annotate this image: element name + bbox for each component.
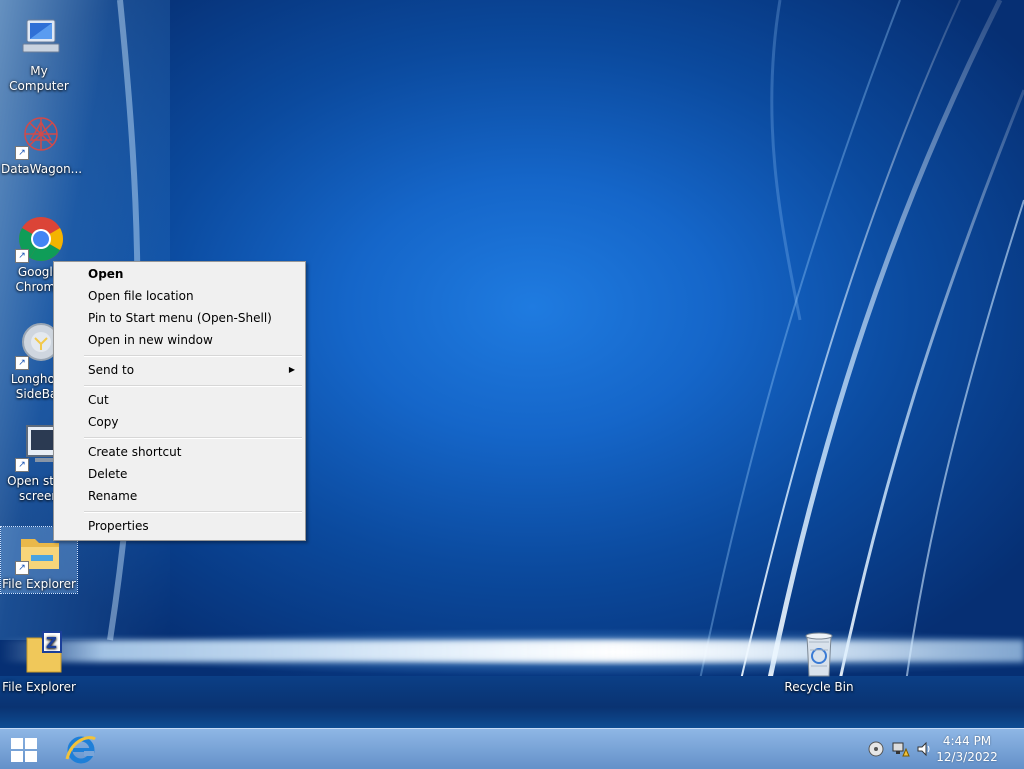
datawagon-icon: ↗ (15, 112, 63, 160)
menu-item-open[interactable]: Open (54, 263, 305, 285)
taskbar: 4:44 PM 12/3/2022 (0, 728, 1024, 769)
shortcut-arrow-icon: ↗ (15, 356, 29, 370)
taskbar-clock[interactable]: 4:44 PM 12/3/2022 (932, 733, 1002, 765)
menu-separator (84, 437, 302, 439)
windows-logo-icon (11, 738, 37, 762)
computer-icon (15, 14, 63, 62)
wallpaper-glow-line (0, 640, 1024, 662)
submenu-arrow-icon: ▶ (288, 365, 295, 374)
menu-separator (84, 385, 302, 387)
menu-item-open-file-location[interactable]: Open file location (54, 285, 305, 307)
shortcut-arrow-icon: ↗ (15, 458, 29, 472)
desktop-icon-recycle-bin[interactable]: Recycle Bin (781, 630, 857, 695)
desktop-icon-label: File Explorer (2, 680, 76, 694)
desktop-icon-my-computer[interactable]: My Computer (1, 14, 77, 94)
recycle-bin-icon (795, 630, 843, 678)
svg-text:Z: Z (46, 634, 57, 652)
start-button[interactable] (10, 737, 38, 763)
context-menu: Open Open file location Pin to Start men… (53, 261, 306, 541)
menu-item-send-to[interactable]: Send to ▶ (54, 359, 305, 381)
shortcut-arrow-icon: ↗ (15, 561, 29, 575)
desktop-icon-file-explorer[interactable]: Z File Explorer (1, 630, 77, 695)
desktop-icon-label: My Computer (9, 64, 69, 93)
menu-item-pin-to-start[interactable]: Pin to Start menu (Open-Shell) (54, 307, 305, 329)
desktop-icon-datawagon[interactable]: ↗ DataWagon... (1, 112, 83, 177)
menu-item-open-new-window[interactable]: Open in new window (54, 329, 305, 351)
desktop-icon-label: DataWagon... (1, 162, 83, 176)
desktop-icon-label: File Explorer (2, 577, 76, 591)
clock-date: 12/3/2022 (936, 750, 998, 764)
menu-separator (84, 355, 302, 357)
desktop-icon-label: Recycle Bin (784, 680, 854, 694)
menu-item-delete[interactable]: Delete (54, 463, 305, 485)
network-warning-icon[interactable] (892, 741, 910, 757)
disc-icon[interactable] (868, 741, 884, 757)
speaker-icon[interactable] (916, 741, 932, 757)
chrome-icon: ↗ (15, 215, 63, 263)
wallpaper-bottom (0, 676, 1024, 728)
menu-item-cut[interactable]: Cut (54, 389, 305, 411)
shortcut-arrow-icon: ↗ (15, 146, 29, 160)
shortcut-arrow-icon: ↗ (15, 249, 29, 263)
zip-folder-icon: Z (15, 630, 63, 678)
menu-item-properties[interactable]: Properties (54, 515, 305, 537)
menu-separator (84, 511, 302, 513)
internet-explorer-icon (65, 736, 96, 764)
taskbar-internet-explorer-button[interactable] (64, 733, 98, 765)
clock-time: 4:44 PM (942, 734, 992, 748)
menu-item-copy[interactable]: Copy (54, 411, 305, 433)
menu-item-create-shortcut[interactable]: Create shortcut (54, 441, 305, 463)
menu-item-rename[interactable]: Rename (54, 485, 305, 507)
